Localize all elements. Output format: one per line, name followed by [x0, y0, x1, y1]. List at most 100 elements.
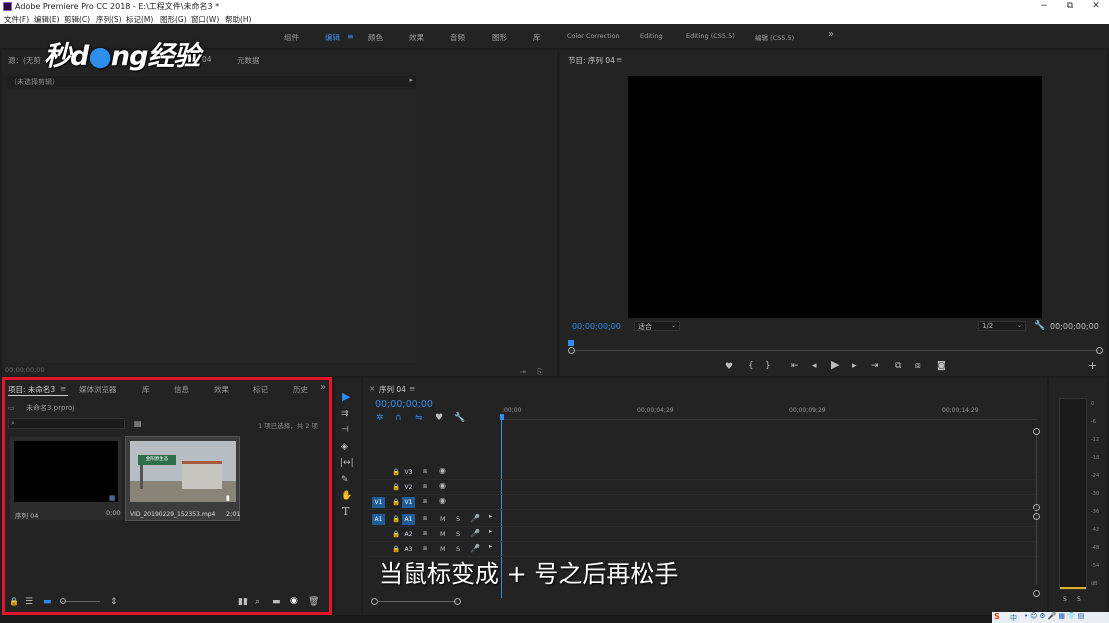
timeline-settings-icon[interactable]: 🔧	[454, 413, 465, 423]
program-scrub-bar[interactable]	[570, 350, 1100, 351]
ripple-edit-tool-icon[interactable]: ⊣	[341, 425, 349, 435]
mute-button[interactable]: M	[440, 530, 446, 538]
pen-tool-icon[interactable]: ✎	[341, 475, 349, 485]
track-lock-icon[interactable]: 🔒	[392, 483, 400, 491]
scrub-end-handle[interactable]	[1096, 347, 1103, 354]
source-patch-a1[interactable]: A1	[372, 514, 385, 525]
workspace-color[interactable]: 颜色	[368, 32, 383, 43]
source-patch-v1[interactable]: V1	[372, 497, 385, 508]
minimize-button[interactable]: −	[1031, 0, 1057, 13]
workspace-color-correction[interactable]: Color Correction	[567, 32, 620, 40]
workspace-editing-en[interactable]: Editing	[640, 32, 663, 40]
workspace-editing-cs55-cn[interactable]: 编辑 (CS5.5)	[755, 32, 794, 42]
track-select-tool-icon[interactable]: ⇉	[341, 409, 349, 419]
workspace-graphics[interactable]: 图形	[492, 32, 507, 43]
track-lock-icon[interactable]: 🔒	[392, 545, 400, 553]
workspace-libraries[interactable]: 库	[533, 32, 541, 43]
program-tab[interactable]: 节目: 序列 04	[568, 55, 615, 66]
button-editor-plus-icon[interactable]: +	[1088, 360, 1097, 371]
track-label-a2[interactable]: A2	[402, 529, 415, 540]
workspace-audio[interactable]: 音频	[450, 32, 465, 43]
track-lock-icon[interactable]: 🔒	[392, 498, 400, 506]
solo-left-button[interactable]: S	[1063, 596, 1067, 603]
linked-selection-icon[interactable]: ⇋	[415, 413, 423, 423]
toggle-output-eye-icon[interactable]: ◉	[439, 496, 446, 505]
track-label-v2[interactable]: V2	[402, 482, 415, 493]
timeline-tab[interactable]: 序列 04	[379, 384, 406, 395]
toggle-output-eye-icon[interactable]: ◉	[439, 481, 446, 490]
nest-icon[interactable]: ✲	[376, 413, 384, 423]
source-settings-icon[interactable]: ⎘	[537, 367, 543, 377]
close-button[interactable]: ✕	[1083, 0, 1109, 13]
lift-icon[interactable]: ⧉	[895, 361, 901, 371]
track-expand-icon[interactable]: ▸	[489, 542, 492, 550]
horizontal-scroll-right-handle[interactable]	[454, 598, 461, 605]
sync-lock-icon[interactable]: ⧈	[423, 529, 427, 538]
track-lock-icon[interactable]: 🔒	[392, 468, 400, 476]
tray-icons[interactable]: •☺⚙🎤▦👕▤	[1024, 612, 1086, 620]
sync-lock-icon[interactable]: ⧈	[423, 514, 427, 523]
solo-right-button[interactable]: S	[1077, 596, 1081, 603]
source-tab-extra[interactable]: 04	[202, 55, 212, 64]
solo-button[interactable]: S	[456, 515, 460, 523]
metadata-tab[interactable]: 元数据	[237, 55, 260, 66]
workspace-menu-icon[interactable]: ≡	[347, 32, 354, 41]
play-icon[interactable]: ▶	[831, 359, 839, 370]
workspace-editing-cs55[interactable]: Editing (CS5.5)	[686, 32, 735, 40]
scrub-start-handle[interactable]	[568, 347, 575, 354]
track-label-v1[interactable]: V1	[402, 497, 415, 508]
timeline-timecode[interactable]: 00;00;00;00	[375, 399, 433, 410]
mark-in-icon[interactable]: {	[748, 361, 754, 371]
go-to-out-icon[interactable]: ⇥	[871, 361, 879, 371]
microphone-icon[interactable]: 🎤	[470, 514, 480, 523]
resolution-select[interactable]: 1/2 ⌄	[978, 321, 1026, 331]
timeline-close-icon[interactable]: ×	[369, 384, 375, 393]
program-menu-icon[interactable]: ≡	[616, 55, 622, 64]
track-label-a1[interactable]: A1	[402, 514, 415, 525]
add-marker-icon[interactable]: ♥	[725, 362, 733, 372]
step-forward-icon[interactable]: ▸	[852, 361, 857, 371]
solo-button[interactable]: S	[456, 545, 460, 553]
add-marker-timeline-icon[interactable]: ♥	[435, 413, 443, 423]
workspace-assembly[interactable]: 组件	[284, 32, 299, 43]
mute-button[interactable]: M	[440, 545, 446, 553]
zoom-level-select[interactable]: 适合 ⌄	[634, 321, 680, 331]
vertical-scroll-top-handle[interactable]	[1033, 428, 1040, 435]
mute-button[interactable]: M	[440, 515, 446, 523]
sync-lock-icon[interactable]: ⧈	[423, 497, 427, 506]
extract-icon[interactable]: ⧈	[915, 361, 921, 371]
time-ruler[interactable]: :00;00 00;00;04;29 00;00;09;29 00;00;14;…	[500, 400, 1037, 420]
solo-button[interactable]: S	[456, 530, 460, 538]
snap-icon[interactable]: ∩	[395, 413, 402, 423]
sync-lock-icon[interactable]: ⧈	[423, 467, 427, 476]
workspace-effects[interactable]: 效果	[409, 32, 424, 43]
maximize-button[interactable]: ⧉	[1057, 0, 1083, 13]
track-lock-icon[interactable]: 🔒	[392, 515, 400, 523]
selection-tool-icon[interactable]: ▶	[342, 391, 350, 402]
sync-lock-icon[interactable]: ⧈	[423, 544, 427, 553]
razor-tool-icon[interactable]: ◈	[341, 442, 348, 452]
source-tab[interactable]: 源：(无剪	[8, 55, 41, 66]
microphone-icon[interactable]: 🎤	[470, 544, 480, 553]
microphone-icon[interactable]: 🎤	[470, 529, 480, 538]
program-playhead[interactable]	[568, 340, 574, 346]
timeline-menu-icon[interactable]: ≡	[409, 384, 415, 393]
workspace-editing[interactable]: 编辑	[325, 32, 340, 43]
track-expand-icon[interactable]: ▸	[489, 512, 492, 520]
export-frame-camera-icon[interactable]: ◙	[937, 361, 946, 371]
horizontal-scrollbar[interactable]	[377, 601, 457, 602]
slip-tool-icon[interactable]: |↔|	[340, 458, 354, 468]
ime-language-indicator[interactable]: 中	[1010, 613, 1017, 623]
type-tool-icon[interactable]: T	[342, 506, 349, 517]
more-workspaces-icon[interactable]: »	[828, 29, 834, 40]
settings-wrench-icon[interactable]: 🔧	[1034, 321, 1045, 331]
track-expand-icon[interactable]: ▸	[489, 527, 492, 535]
hand-tool-icon[interactable]: ✋	[341, 491, 352, 501]
vertical-scroll-bottom-handle[interactable]	[1033, 590, 1040, 597]
toggle-output-eye-icon[interactable]: ◉	[439, 466, 446, 475]
source-export-icon[interactable]: ⇥	[520, 367, 526, 377]
go-to-in-icon[interactable]: ⇤	[791, 361, 799, 371]
step-back-icon[interactable]: ◂	[812, 361, 817, 371]
track-lock-icon[interactable]: 🔒	[392, 530, 400, 538]
program-playhead-timecode[interactable]: 00;00;00;00	[572, 322, 621, 331]
